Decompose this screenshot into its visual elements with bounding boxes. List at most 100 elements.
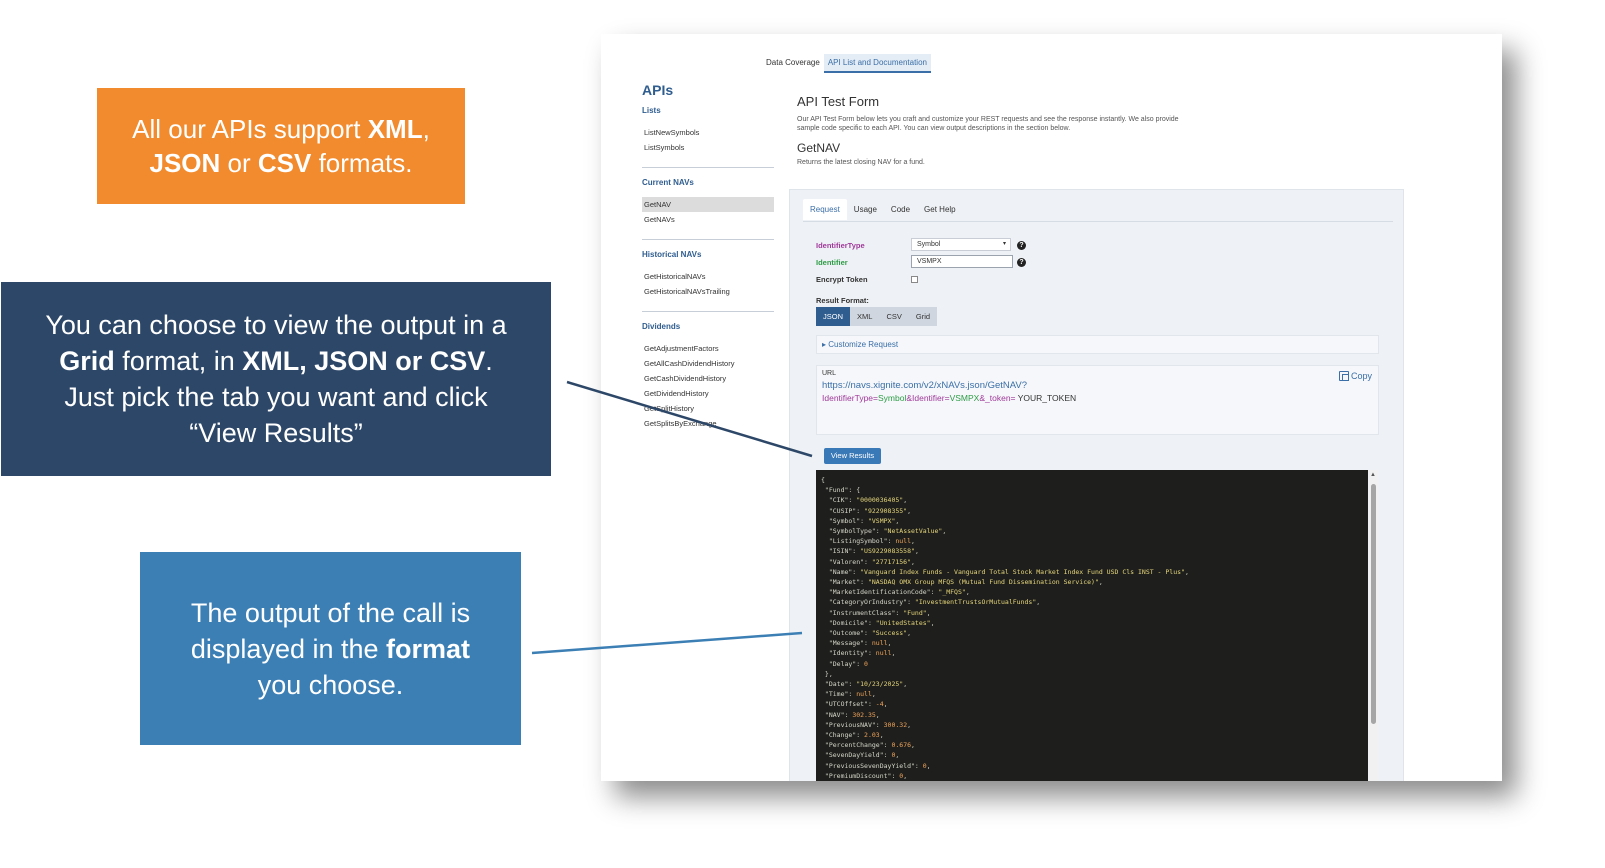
code-line: "PercentChange": 0.676, [821,741,915,750]
code-line: "SymbolType": "NetAssetValue", [821,527,947,536]
code-line: { [821,476,825,484]
sidebar-item-listnewsymbols[interactable]: ListNewSymbols [642,125,774,140]
sidebar-item-getdividendhistory[interactable]: GetDividendHistory [642,386,774,401]
sidebar-section-lists: Lists [642,106,661,115]
caret-down-icon: ▾ [1002,241,1006,247]
sidebar-item-getsplitsbyexchange[interactable]: GetSplitsByExchange [642,416,774,431]
identifier-type-label: IdentifierType [816,241,865,250]
identifier-input[interactable]: VSMPX [911,255,1013,268]
copy-icon [1338,371,1349,381]
page-title: API Test Form [797,94,880,109]
code-line: "PreviousSevenDayYield": 0, [821,761,931,770]
endpoint-title: GetNAV [797,141,841,155]
encrypt-token-label: Encrypt Token [816,275,868,284]
code-line: "Fund": { [821,486,861,495]
sidebar-group-current-navs: Current NAVs GetNAV GetNAVs [642,167,774,227]
code-line: "Outcome": "Success", [821,629,912,638]
caret-right-icon: ▸ [822,340,827,349]
sidebar-group-lists: Lists ListNewSymbols ListSymbols [642,106,774,155]
form-tabs: Request Usage Code Get Help [803,199,963,220]
code-line: "Valoren": "27717156", [821,557,915,566]
sidebar-group-historical-navs: Historical NAVs GetHistoricalNAVs GetHis… [642,239,774,299]
format-csv-button[interactable]: CSV [879,307,909,326]
sidebar-item-getnav[interactable]: GetNAV [642,197,774,212]
code-line: "ListingSymbol": null, [821,537,915,546]
callout-output: The output of the call is displayed in t… [140,552,521,745]
code-line: "InstrumentClass": "Fund", [821,608,931,617]
url-label: URL [822,370,837,377]
code-line: "Market": "NASDAQ OMX Group MFQS (Mutual… [821,578,1103,587]
tab-usage[interactable]: Usage [847,199,884,220]
callout-formats: All our APIs support XML, JSON or CSV fo… [97,88,465,204]
sidebar-item-listsymbols[interactable]: ListSymbols [642,140,774,155]
output-scrollbar[interactable]: ▲ [1369,470,1378,781]
callout-view-results: You can choose to view the output in a G… [1,282,551,476]
code-line: "Delay": 0 [821,659,868,668]
tab-api-list[interactable]: API List and Documentation [823,54,931,73]
sidebar-item-getadjustmentfactors[interactable]: GetAdjustmentFactors [642,341,774,356]
main-content: API Test Form Our API Test Form below le… [797,94,1197,166]
slide: All our APIs support XML, JSON or CSV fo… [0,0,1605,868]
sidebar-item-getallcashdividendhistory[interactable]: GetAllCashDividendHistory [642,356,774,371]
sidebar-section-historical-navs: Historical NAVs [642,239,774,269]
code-line: }, [821,669,833,678]
top-tabs: Data Coverage API List and Documentation [762,54,931,73]
endpoint-description: Returns the latest closing NAV for a fun… [797,159,925,166]
result-format-label: Result Format: [816,296,869,305]
sidebar-item-gethistoricalnavs[interactable]: GetHistoricalNAVs [642,269,774,284]
code-line: "PreviousNAV": 300.32, [821,720,912,729]
help-icon[interactable]: ? [1017,241,1026,250]
code-line: "UTCOffset": -4, [821,700,888,709]
code-line: "Time": null, [821,690,876,699]
api-test-form: Request Usage Code Get Help IdentifierTy… [789,189,1404,781]
code-line: "Domicile": "UnitedStates", [821,618,935,627]
scroll-up-icon[interactable]: ▲ [1370,472,1376,478]
view-results-button[interactable]: View Results [824,448,881,464]
code-line: "Message": null, [821,639,892,648]
tab-get-help[interactable]: Get Help [917,199,963,220]
sidebar-item-getnavs[interactable]: GetNAVs [642,212,774,227]
tab-data-coverage[interactable]: Data Coverage [762,54,824,73]
code-line: "Symbol": "VSMPX", [821,516,900,525]
code-line: "Date": "10/23/2025", [821,680,908,689]
tabs-divider [803,221,1393,222]
encrypt-token-checkbox[interactable] [911,276,918,283]
code-line: "CUSIP": "922908355", [821,506,912,515]
tab-code[interactable]: Code [884,199,917,220]
customize-request-toggle[interactable]: ▸ Customize Request [816,335,1379,354]
format-grid-button[interactable]: Grid [908,307,938,326]
code-line: "MarketIdentificationCode": "_MFQS", [821,588,970,597]
identifier-type-select[interactable]: Symbol ▾ [911,238,1011,251]
identifier-type-value: Symbol [917,241,941,248]
sidebar-title: APIs [642,82,674,98]
code-line: "Change": 2.03, [821,731,884,740]
tab-request[interactable]: Request [803,199,847,220]
copy-button[interactable]: Copy [1338,371,1372,381]
code-line: "PremiumDiscount": 0, [821,771,908,780]
code-line: "SevenDayYield": 0, [821,751,900,760]
format-xml-button[interactable]: XML [850,307,880,326]
url-base: https://navs.xignite.com/v2/xNAVs.json/G… [822,380,1028,391]
code-line: "ISIN": "US9229083558", [821,547,919,556]
code-line: "CategoryOrIndustry": "InvestmentTrustsO… [821,598,1041,607]
format-json-button[interactable]: JSON [816,307,851,326]
sidebar-item-getsplithistory[interactable]: GetSplitHistory [642,401,774,416]
sidebar: APIs Lists ListNewSymbols ListSymbols Cu… [642,82,774,431]
sidebar-section-dividends: Dividends [642,311,774,341]
help-icon[interactable]: ? [1017,258,1026,267]
url-box: URL https://navs.xignite.com/v2/xNAVs.js… [816,365,1379,435]
copy-label: Copy [1350,371,1372,381]
page-description: Our API Test Form below lets you craft a… [797,116,1179,132]
code-line: "Name": "Vanguard Index Funds - Vanguard… [821,567,1189,576]
code-line: "Identity": null, [821,649,896,658]
code-line: "NAV": 302.35, [821,710,880,719]
sidebar-item-gethistoricalnavstrailing[interactable]: GetHistoricalNAVsTrailing [642,284,774,299]
customize-request-label: Customize Request [828,340,899,349]
url-params: IdentifierType=Symbol&Identifier=VSMPX&_… [822,393,1077,403]
result-format-group: JSON XML CSV Grid [816,307,938,326]
scroll-thumb[interactable] [1371,484,1376,724]
code-line: "CIK": "0000036405", [821,496,908,505]
json-output: { "Fund": { "CIK": "0000036405", "CUSIP"… [816,470,1368,781]
api-docs-screenshot: Data Coverage API List and Documentation… [601,34,1502,781]
sidebar-item-getcashdividendhistory[interactable]: GetCashDividendHistory [642,371,774,386]
